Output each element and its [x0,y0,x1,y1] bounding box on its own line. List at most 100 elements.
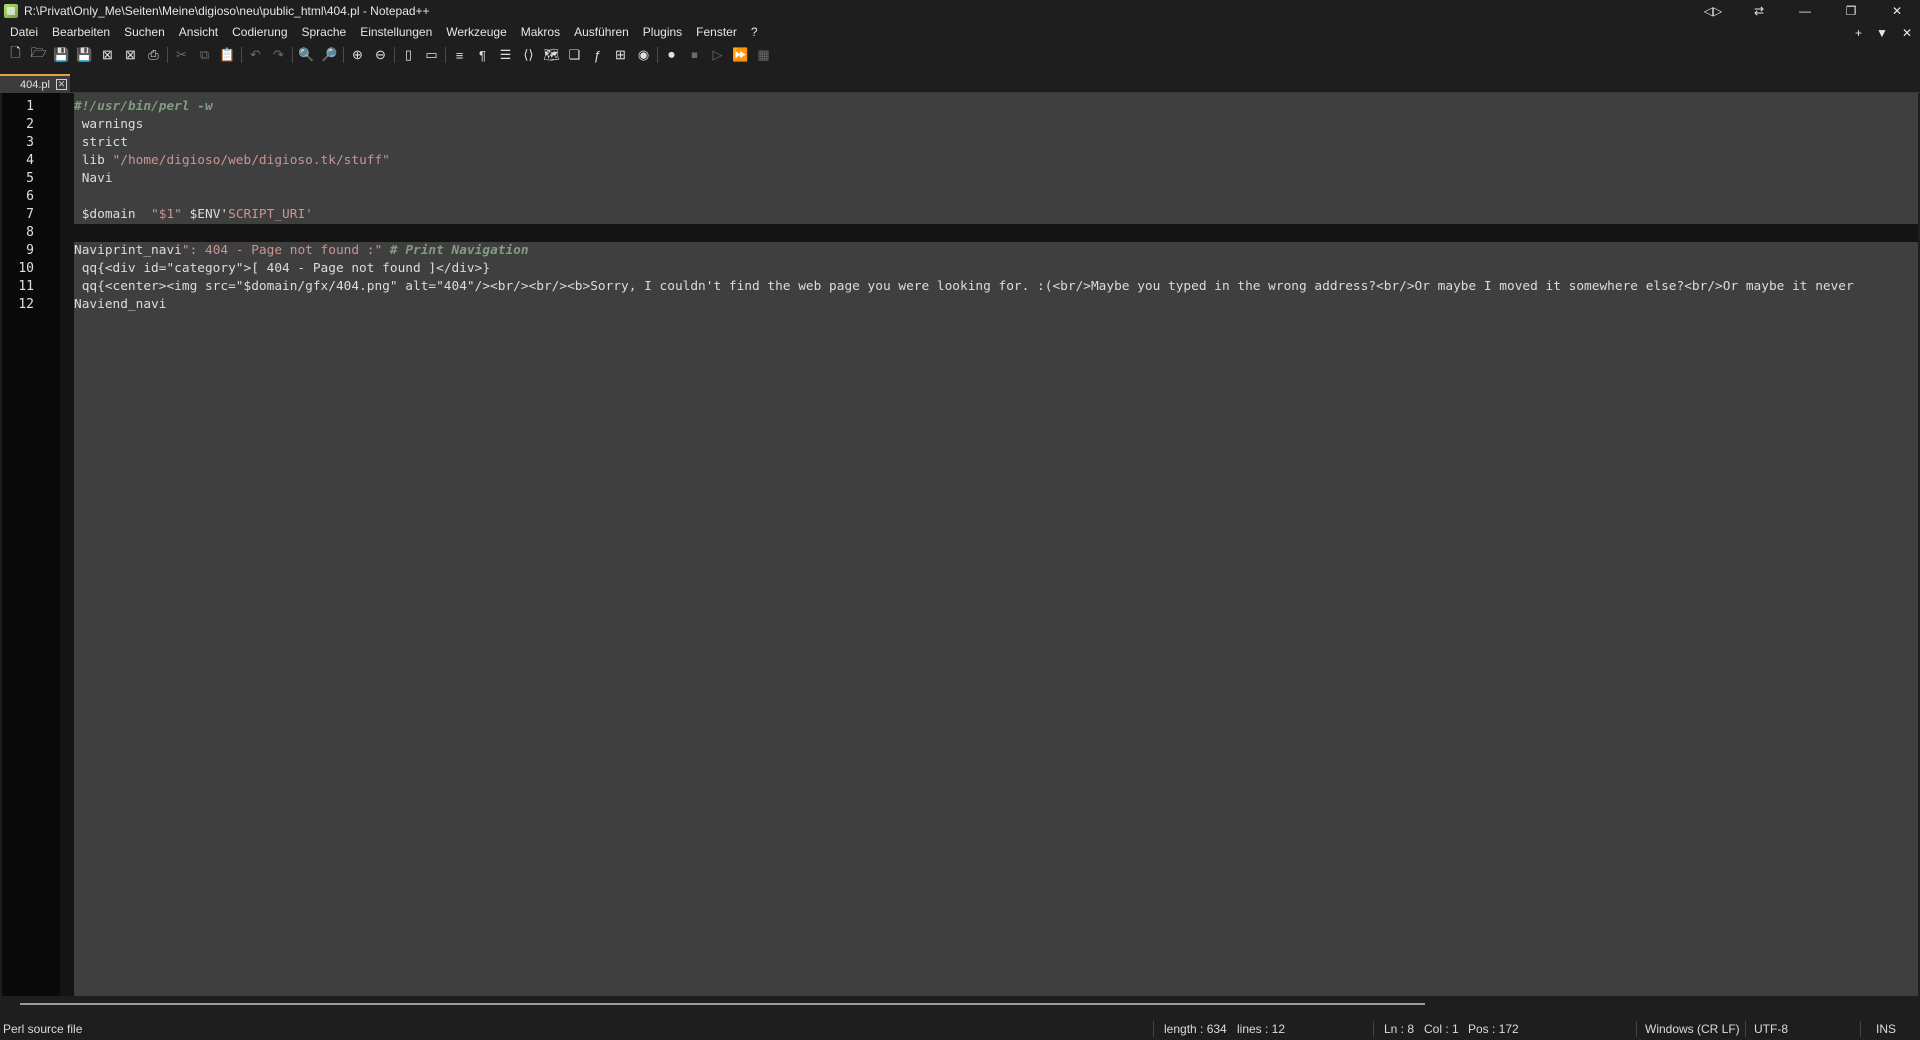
toolbar-separator [167,47,168,63]
status-column: Col : 1 [1424,1022,1459,1036]
print-icon[interactable]: ⎙ [142,44,165,66]
window-controls: ◁▷ ⇄ — ❐ ✕ [1690,0,1920,22]
save-macro-icon[interactable]: ▦ [752,44,775,66]
code-line[interactable]: Naviend_navi [74,296,1918,314]
status-divider [1636,1021,1637,1037]
zoom-out-icon[interactable]: ⊖ [369,44,392,66]
menu-item-plugins[interactable]: Plugins [636,22,689,43]
status-divider [1860,1021,1861,1037]
save-icon[interactable]: 💾 [50,44,73,66]
window-title: R:\Privat\Only_Me\Seiten\Meine\digioso\n… [24,4,430,18]
code-line[interactable] [74,224,1918,242]
indent-guide-icon[interactable]: ☰ [494,44,517,66]
run-macro-multiple-icon[interactable]: ⏩ [729,44,752,66]
menu-item-werkzeuge[interactable]: Werkzeuge [439,22,513,43]
folder-workspace-icon[interactable]: ⊞ [609,44,632,66]
line-number: 11 [18,279,34,294]
line-number: 1 [26,99,34,114]
code-line[interactable]: #!/usr/bin/perl -w [74,98,1918,116]
status-divider [1745,1021,1746,1037]
close-tab-icon[interactable]: ✕ [1902,26,1912,40]
tab-list-icon[interactable]: ▼ [1876,26,1888,40]
menu-item-fenster[interactable]: Fenster [689,22,744,43]
menu-item-bearbeiten[interactable]: Bearbeiten [45,22,117,43]
horizontal-scrollbar[interactable] [0,996,1920,1012]
toolbar-separator [445,47,446,63]
code-token-string: SCRIPT_URI' [228,207,313,222]
zoom-in-icon[interactable]: ⊕ [346,44,369,66]
menu-item-makros[interactable]: Makros [514,22,567,43]
menu-item-ansicht[interactable]: Ansicht [172,22,225,43]
monitoring-icon[interactable]: ◉ [632,44,655,66]
line-number: 2 [26,117,34,132]
copy-icon[interactable]: ⧉ [193,44,216,66]
find-icon[interactable]: 🔍 [295,44,318,66]
record-macro-icon[interactable]: ⏺ [660,44,683,66]
status-divider [1373,1021,1374,1037]
status-file-type: Perl source file [3,1022,83,1036]
code-area[interactable]: #!/usr/bin/perl -w warnings strict lib "… [74,93,1918,996]
code-token-plain: strict [74,135,128,150]
send-to-icon[interactable]: ⇄ [1736,0,1782,22]
line-number: 9 [26,243,34,258]
function-list-icon[interactable]: ƒ [586,44,609,66]
line-number: 5 [26,171,34,186]
menu-item-sprache[interactable]: Sprache [295,22,354,43]
close-all-icon[interactable]: ⊠ [119,44,142,66]
status-eol[interactable]: Windows (CR LF) [1645,1018,1740,1040]
status-insert-mode[interactable]: INS [1876,1018,1896,1040]
open-file-icon[interactable]: 🗁 [27,44,50,66]
menu-item-datei[interactable]: Datei [3,22,45,43]
redo-icon[interactable]: ↷ [267,44,290,66]
menu-item-einstellungen[interactable]: Einstellungen [353,22,439,43]
line-number: 10 [18,261,34,276]
menu-item-suchen[interactable]: Suchen [117,22,172,43]
menu-item-help[interactable]: ? [744,22,765,43]
code-token-string: ": 404 - Page not found :" [181,243,383,258]
sync-vertical-icon[interactable]: ▯ [397,44,420,66]
code-line[interactable]: Navi [74,170,1918,188]
paste-icon[interactable]: 📋 [216,44,239,66]
code-token-plain: warnings [74,117,144,132]
code-token-plain: Naviprint_navi [74,243,182,258]
save-all-icon[interactable]: 💾 [73,44,96,66]
split-view-icon[interactable]: ◁▷ [1690,0,1736,22]
sync-horizontal-icon[interactable]: ▭ [420,44,443,66]
new-tab-icon[interactable]: + [1855,26,1862,40]
replace-icon[interactable]: 🔎 [318,44,341,66]
word-wrap-icon[interactable]: ≡ [448,44,471,66]
code-line[interactable] [74,188,1918,206]
status-bar: Perl source file length : 634 lines : 12… [0,1018,1920,1040]
document-list-icon[interactable]: ❏ [563,44,586,66]
status-divider [1153,1021,1154,1037]
code-line[interactable]: Naviprint_navi": 404 - Page not found :"… [74,242,1918,260]
new-file-icon[interactable]: 🗋 [4,44,27,66]
status-encoding[interactable]: UTF-8 [1754,1018,1788,1040]
close-window-button[interactable]: ✕ [1874,0,1920,22]
code-line[interactable]: qq{<div id="category">[ 404 - Page not f… [74,260,1918,278]
scrollbar-thumb[interactable] [20,1003,1425,1005]
maximize-button[interactable]: ❐ [1828,0,1874,22]
undo-icon[interactable]: ↶ [244,44,267,66]
tab-close-icon[interactable]: ✕ [55,79,67,90]
fold-margin[interactable] [60,93,74,996]
toolbar-separator [343,47,344,63]
code-line[interactable]: warnings [74,116,1918,134]
code-line[interactable]: $domain "$1" $ENV'SCRIPT_URI' [74,206,1918,224]
code-token-plain: Naviend_navi [74,297,167,312]
code-line[interactable]: qq{<center><img src="$domain/gfx/404.png… [74,278,1918,296]
code-token-string: "$1" [151,207,182,222]
xml-tags-icon[interactable]: ⟨⟩ [517,44,540,66]
menu-item-codierung[interactable]: Codierung [225,22,294,43]
document-map-icon[interactable]: 🗺 [540,44,563,66]
play-macro-icon[interactable]: ▷ [706,44,729,66]
cut-icon[interactable]: ✂ [170,44,193,66]
tab-404-pl[interactable]: 404.pl ✕ [0,74,70,93]
show-all-chars-icon[interactable]: ¶ [471,44,494,66]
menu-item-ausf-hren[interactable]: Ausführen [567,22,636,43]
minimize-button[interactable]: — [1782,0,1828,22]
code-line[interactable]: strict [74,134,1918,152]
stop-macro-icon[interactable]: ⏹ [683,44,706,66]
code-line[interactable]: lib "/home/digioso/web/digioso.tk/stuff" [74,152,1918,170]
close-icon[interactable]: ⊠ [96,44,119,66]
